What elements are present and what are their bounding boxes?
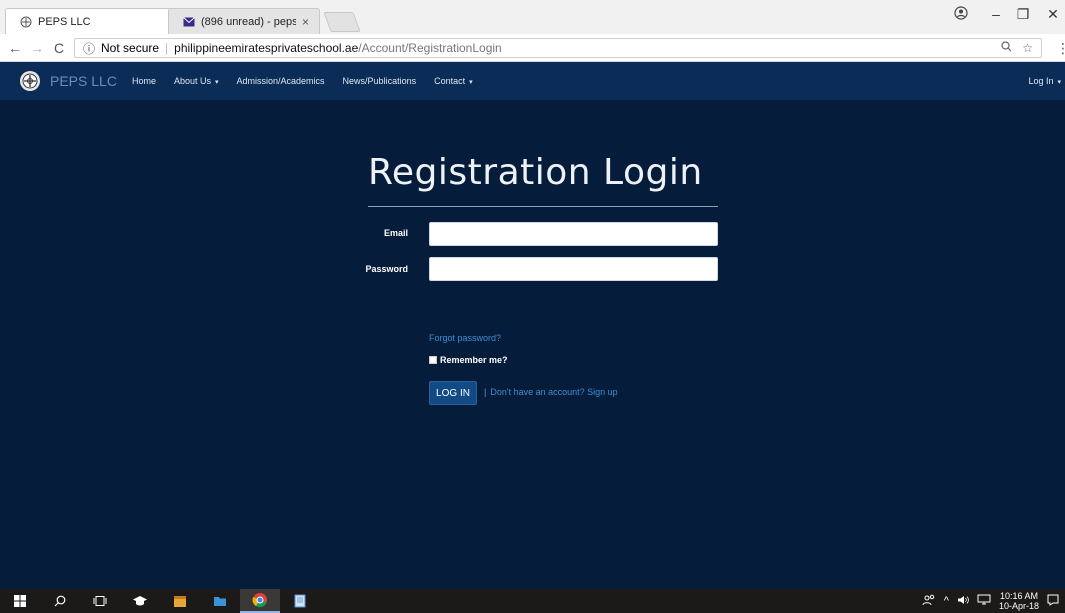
restore-icon[interactable]: ❐ xyxy=(1012,6,1034,23)
heading-divider xyxy=(368,206,718,207)
new-tab-button[interactable] xyxy=(323,12,361,32)
url-host: philippineemiratesprivateschool.ae xyxy=(174,41,359,55)
window-close-icon[interactable]: ✕ xyxy=(1042,6,1064,23)
notepad-app-icon[interactable] xyxy=(280,589,320,613)
reload-icon[interactable]: C xyxy=(48,40,70,56)
forward-arrow-icon[interactable]: → xyxy=(26,40,48,56)
nav-news-publications[interactable]: News/Publications xyxy=(343,76,417,86)
task-view-icon[interactable] xyxy=(80,589,120,613)
remember-me-label: Remember me? xyxy=(440,355,508,365)
tray-chevron-up-icon[interactable]: ^ xyxy=(944,595,949,607)
browser-toolbar: ← → C ⓘ Not secure | philippineemiratesp… xyxy=(0,34,1065,62)
clock-time: 10:16 AM xyxy=(999,591,1038,601)
bookmark-star-icon[interactable]: ☆ xyxy=(1022,41,1033,55)
security-label: Not secure xyxy=(101,41,160,55)
tab-mail[interactable]: (896 unread) - pepsabud × xyxy=(168,8,320,34)
remember-me-checkbox[interactable] xyxy=(429,356,437,364)
nav-login[interactable]: Log In ▾ xyxy=(1029,76,1062,86)
password-field[interactable] xyxy=(429,257,718,281)
tab-title: PEPS LLC xyxy=(38,15,91,28)
profile-icon[interactable] xyxy=(950,6,972,23)
nav-about-us[interactable]: About Us ▾ xyxy=(174,76,219,86)
signup-separator: | xyxy=(484,387,487,397)
outlook-calendar-icon[interactable] xyxy=(160,589,200,613)
back-arrow-icon[interactable]: ← xyxy=(4,40,26,56)
signup-link[interactable]: Don't have an account? Sign up xyxy=(490,387,617,397)
search-icon[interactable] xyxy=(40,589,80,613)
caret-down-icon: ▾ xyxy=(1055,79,1061,86)
file-explorer-icon[interactable] xyxy=(200,589,240,613)
zoom-magnifier-icon[interactable] xyxy=(1001,41,1012,55)
graduation-cap-icon[interactable] xyxy=(120,589,160,613)
system-clock[interactable]: 10:16 AM 10-Apr-18 xyxy=(999,591,1039,611)
site-navbar: PEPS LLC Home About Us ▾ Admission/Acade… xyxy=(0,62,1065,100)
tab-title: (896 unread) - pepsabud xyxy=(201,15,296,28)
url-path: /Account/RegistrationLogin xyxy=(358,41,502,55)
tab-close-icon[interactable]: × xyxy=(296,15,309,29)
browser-tab-strip: PEPS LLC × (896 unread) - pepsabud × – ❐… xyxy=(0,0,1065,34)
mail-envelope-icon xyxy=(183,16,195,28)
signup-prompt: | Don't have an account? Sign up xyxy=(484,387,618,397)
windows-start-icon[interactable] xyxy=(0,589,40,613)
nav-admission-academics[interactable]: Admission/Academics xyxy=(237,76,325,86)
speaker-volume-icon[interactable] xyxy=(957,595,969,608)
nav-contact[interactable]: Contact ▾ xyxy=(434,76,473,86)
address-divider: | xyxy=(165,41,169,55)
web-page: PEPS LLC Home About Us ▾ Admission/Acade… xyxy=(0,62,1065,589)
notification-center-icon[interactable] xyxy=(1047,594,1059,609)
site-brand[interactable]: PEPS LLC xyxy=(0,71,132,91)
brand-name: PEPS LLC xyxy=(50,73,117,89)
network-icon[interactable] xyxy=(977,594,991,609)
minimize-icon[interactable]: – xyxy=(985,6,1007,22)
menu-dots-icon[interactable]: ⋮ xyxy=(1052,40,1065,57)
page-title: Registration Login xyxy=(368,152,703,193)
login-button[interactable]: LOG IN xyxy=(429,381,477,405)
nav-home[interactable]: Home xyxy=(132,76,156,86)
peps-favicon-icon xyxy=(20,16,32,28)
caret-down-icon: ▾ xyxy=(467,79,473,86)
chrome-icon[interactable] xyxy=(240,589,280,613)
email-label: Email xyxy=(383,228,408,238)
password-label: Password xyxy=(365,264,408,274)
system-tray: ^ 10:16 AM 10-Apr-18 xyxy=(922,591,1065,611)
remember-me[interactable]: Remember me? xyxy=(429,355,508,365)
email-field[interactable] xyxy=(429,222,718,246)
people-icon[interactable] xyxy=(922,594,936,609)
forgot-password-link[interactable]: Forgot password? xyxy=(429,333,501,343)
tab-peps[interactable]: PEPS LLC × xyxy=(5,8,185,34)
windows-taskbar: ^ 10:16 AM 10-Apr-18 xyxy=(0,589,1065,613)
caret-down-icon: ▾ xyxy=(213,79,219,86)
address-bar[interactable]: ⓘ Not secure | philippineemiratesprivate… xyxy=(74,38,1042,58)
peps-logo-icon xyxy=(20,71,40,91)
clock-date: 10-Apr-18 xyxy=(998,601,1039,611)
info-icon[interactable]: ⓘ xyxy=(83,40,95,57)
